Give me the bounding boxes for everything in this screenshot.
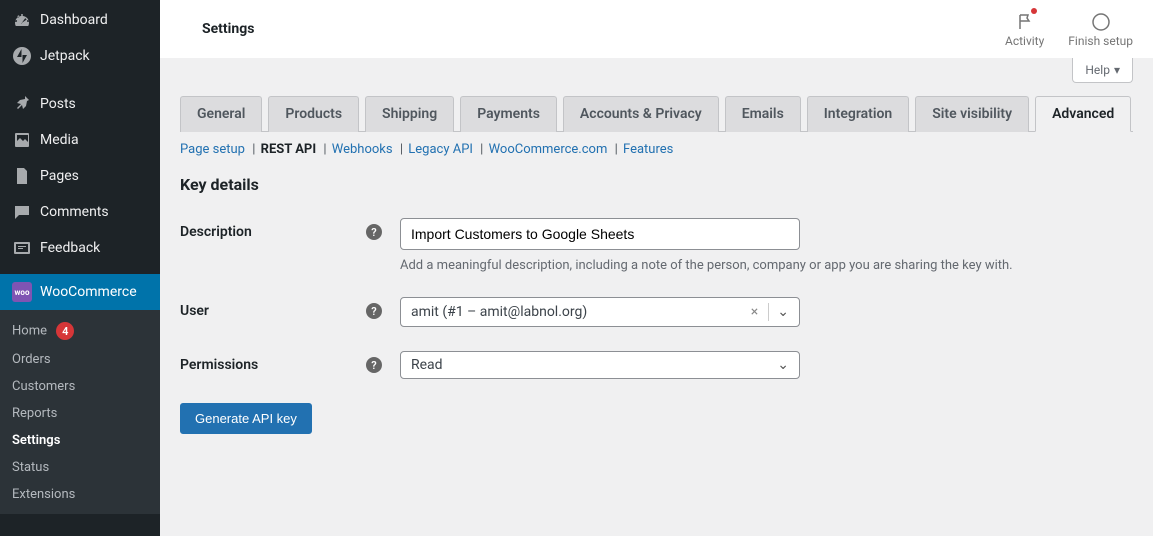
notification-badge: 4 — [56, 322, 74, 340]
submenu-status[interactable]: Status — [0, 454, 160, 481]
tab-advanced[interactable]: Advanced — [1035, 96, 1131, 132]
sidebar-item-jetpack[interactable]: Jetpack — [0, 38, 160, 74]
chevron-down-icon: ⌄ — [775, 357, 791, 373]
activity-button[interactable]: Activity — [1005, 10, 1044, 48]
tab-visibility[interactable]: Site visibility — [915, 96, 1029, 132]
activity-label: Activity — [1005, 34, 1044, 48]
subtab-woo[interactable]: WooCommerce.com — [489, 142, 608, 157]
chevron-down-icon: ▾ — [1114, 63, 1120, 77]
sidebar-item-posts[interactable]: Posts — [0, 86, 160, 122]
subtab-page-setup[interactable]: Page setup — [180, 142, 245, 157]
sidebar-item-woocommerce[interactable]: woo WooCommerce — [0, 274, 160, 310]
notification-dot-icon — [1031, 8, 1037, 14]
section-title: Key details — [180, 175, 1133, 194]
subtab-rest-api[interactable]: REST API — [261, 142, 317, 157]
advanced-subtabs: Page setup | REST API | Webhooks | Legac… — [180, 132, 1133, 167]
help-label: Help — [1085, 63, 1110, 77]
dashboard-icon — [12, 10, 32, 30]
pin-icon — [12, 94, 32, 114]
chevron-down-icon: ⌄ — [775, 304, 791, 320]
generate-api-key-button[interactable]: Generate API key — [180, 403, 312, 434]
submenu-settings[interactable]: Settings — [0, 427, 160, 454]
user-label: User — [180, 303, 209, 319]
submenu-customers[interactable]: Customers — [0, 373, 160, 400]
sidebar-label: Dashboard — [40, 12, 108, 28]
media-icon — [12, 130, 32, 150]
submenu-label: Home — [12, 324, 47, 339]
submenu-extensions[interactable]: Extensions — [0, 481, 160, 508]
sidebar-label: Feedback — [40, 240, 100, 256]
subtab-legacy[interactable]: Legacy API — [408, 142, 473, 157]
flag-icon — [1015, 10, 1035, 34]
help-icon[interactable]: ? — [366, 303, 382, 319]
permissions-value: Read — [411, 357, 443, 373]
sidebar-item-comments[interactable]: Comments — [0, 194, 160, 230]
sidebar-item-feedback[interactable]: Feedback — [0, 230, 160, 266]
sidebar-item-media[interactable]: Media — [0, 122, 160, 158]
description-input[interactable] — [400, 218, 800, 250]
help-icon[interactable]: ? — [366, 357, 382, 373]
sidebar-label: Jetpack — [40, 48, 90, 64]
submenu-reports[interactable]: Reports — [0, 400, 160, 427]
permissions-label: Permissions — [180, 357, 258, 373]
user-select[interactable]: amit (#1 – amit@labnol.org) × ⌄ — [400, 297, 800, 327]
settings-tabs: General Products Shipping Payments Accou… — [180, 95, 1133, 132]
submenu-home[interactable]: Home 4 — [0, 316, 160, 346]
sidebar-label: Pages — [40, 168, 79, 184]
admin-sidebar: Dashboard Jetpack Posts Media Pages Comm… — [0, 0, 160, 536]
comment-icon — [12, 202, 32, 222]
sidebar-item-dashboard[interactable]: Dashboard — [0, 0, 160, 38]
tab-general[interactable]: General — [180, 96, 262, 132]
sidebar-item-pages[interactable]: Pages — [0, 158, 160, 194]
sidebar-label: Media — [40, 132, 79, 148]
topbar: Settings Activity Finish setup — [160, 0, 1153, 58]
help-icon[interactable]: ? — [366, 224, 382, 240]
finish-label: Finish setup — [1068, 34, 1133, 48]
woocommerce-submenu: Home 4 Orders Customers Reports Settings… — [0, 310, 160, 514]
jetpack-icon — [12, 46, 32, 66]
feedback-icon — [12, 238, 32, 258]
subtab-features[interactable]: Features — [623, 142, 673, 157]
tab-shipping[interactable]: Shipping — [365, 96, 454, 132]
description-help: Add a meaningful description, including … — [400, 258, 1013, 273]
woocommerce-icon: woo — [12, 282, 32, 302]
clear-icon[interactable]: × — [747, 304, 762, 320]
submenu-orders[interactable]: Orders — [0, 346, 160, 373]
tab-payments[interactable]: Payments — [460, 96, 557, 132]
page-icon — [12, 166, 32, 186]
circle-icon — [1091, 10, 1111, 34]
main-content: Settings Activity Finish setup Help ▾ Ge… — [160, 0, 1153, 536]
tab-accounts[interactable]: Accounts & Privacy — [563, 96, 719, 132]
sidebar-label: Comments — [40, 204, 109, 220]
permissions-select[interactable]: Read ⌄ — [400, 351, 800, 379]
sidebar-label: Posts — [40, 96, 76, 112]
finish-setup-button[interactable]: Finish setup — [1068, 10, 1133, 48]
user-value: amit (#1 – amit@labnol.org) — [411, 304, 587, 320]
description-label: Description — [180, 224, 252, 240]
sidebar-label: WooCommerce — [40, 284, 137, 300]
help-tab[interactable]: Help ▾ — [1072, 58, 1133, 83]
tab-products[interactable]: Products — [268, 96, 359, 132]
subtab-webhooks[interactable]: Webhooks — [332, 142, 393, 157]
tab-emails[interactable]: Emails — [725, 96, 801, 132]
page-title: Settings — [180, 21, 254, 37]
tab-integration[interactable]: Integration — [807, 96, 909, 132]
